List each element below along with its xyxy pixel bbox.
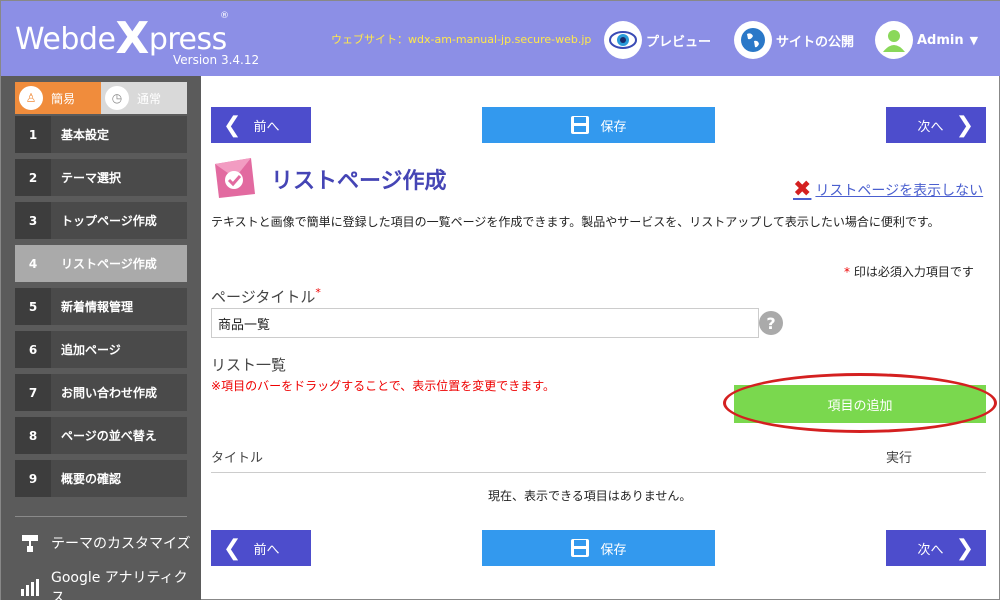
sidebar-item-contact[interactable]: 7 お問い合わせ作成 [15,374,187,411]
hide-list-page-link[interactable]: ✖ リストページを表示しない [793,177,983,202]
empty-list-message: 現在、表示できる項目はありません。 [488,489,692,503]
publish-button[interactable]: サイトの公開 [734,21,854,59]
prev-button-top[interactable]: ❮ 前へ [211,107,311,143]
google-analytics-link[interactable]: Google アナリティクス [19,567,201,600]
preview-button[interactable]: プレビュー [604,21,711,59]
bar-chart-icon [19,577,41,597]
help-icon[interactable]: ? [759,311,783,335]
save-button-top[interactable]: 保存 [482,107,715,143]
mode-normal-tab[interactable]: ◷ 通常 [101,82,187,114]
version-label: Version 3.4.12 [173,53,260,67]
paint-roller-icon [19,533,41,553]
list-section-label: リスト一覧 [211,356,287,374]
sidebar-item-additional-pages[interactable]: 6 追加ページ [15,331,187,368]
sidebar-divider [15,516,187,517]
gauge-icon: ◷ [105,86,129,110]
mode-switcher: ♙ 簡易 ◷ 通常 [15,82,187,114]
chevron-left-icon: ❮ [223,535,242,561]
sidebar-item-overview[interactable]: 9 概要の確認 [15,460,187,497]
sidebar-item-top-page[interactable]: 3 トップページ作成 [15,202,187,239]
sidebar-item-news[interactable]: 5 新着情報管理 [15,288,187,325]
table-divider [211,472,986,473]
column-header-title: タイトル [211,451,264,466]
step-list: 1 基本設定 2 テーマ選択 3 トップページ作成 4 リストページ作成 5 新着情報管理… [15,116,187,503]
list-page-icon [211,156,257,204]
page-title: リストページ作成 [271,169,447,194]
easy-mode-icon: ♙ [19,86,43,110]
sidebar-item-page-order[interactable]: 8 ページの並べ替え [15,417,187,454]
page-title-label: ページタイトル* [211,286,321,306]
mode-easy-tab[interactable]: ♙ 簡易 [15,82,101,114]
chevron-right-icon: ❯ [955,535,974,561]
user-avatar-icon [875,21,913,59]
chevron-right-icon: ❯ [955,112,974,138]
sidebar: ♙ 簡易 ◷ 通常 1 基本設定 2 テーマ選択 3 トップページ作成 4 リストページ… [1,76,201,600]
chevron-left-icon: ❮ [223,112,242,138]
floppy-disk-icon [570,538,590,558]
sidebar-item-basic-settings[interactable]: 1 基本設定 [15,116,187,153]
prev-button-bottom[interactable]: ❮ 前へ [211,530,311,566]
floppy-disk-icon [570,115,590,135]
next-button-top[interactable]: 次へ ❯ [886,107,986,143]
sidebar-item-list-page[interactable]: 4 リストページ作成 [15,245,187,282]
eye-icon [604,21,642,59]
theme-customize-link[interactable]: テーマのカスタマイズ [19,533,191,553]
page-description: テキストと画像で簡単に登録した項目の一覧ページを作成できます。製品やサービスを、… [211,215,940,229]
website-url[interactable]: ウェブサイト：wdx-am-manual-jp.secure-web.jp [331,31,591,47]
close-icon: ✖ [793,177,812,202]
sidebar-item-theme-select[interactable]: 2 テーマ選択 [15,159,187,196]
admin-menu-button[interactable]: Admin ▼ [875,21,978,59]
drag-note: ※項目のバーをドラッグすることで、表示位置を変更できます。 [211,379,556,393]
page-title-input[interactable] [211,308,759,338]
app-header: WebdeXpress ® Version 3.4.12 ウェブサイト：wdx-a… [1,1,1000,76]
required-note: * 印は必須入力項目です [844,265,974,279]
column-header-exec: 実行 [886,451,913,466]
add-item-button[interactable]: 項目の追加 [734,385,986,423]
globe-icon [734,21,772,59]
chevron-down-icon: ▼ [969,33,979,47]
next-button-bottom[interactable]: 次へ ❯ [886,530,986,566]
save-button-bottom[interactable]: 保存 [482,530,715,566]
